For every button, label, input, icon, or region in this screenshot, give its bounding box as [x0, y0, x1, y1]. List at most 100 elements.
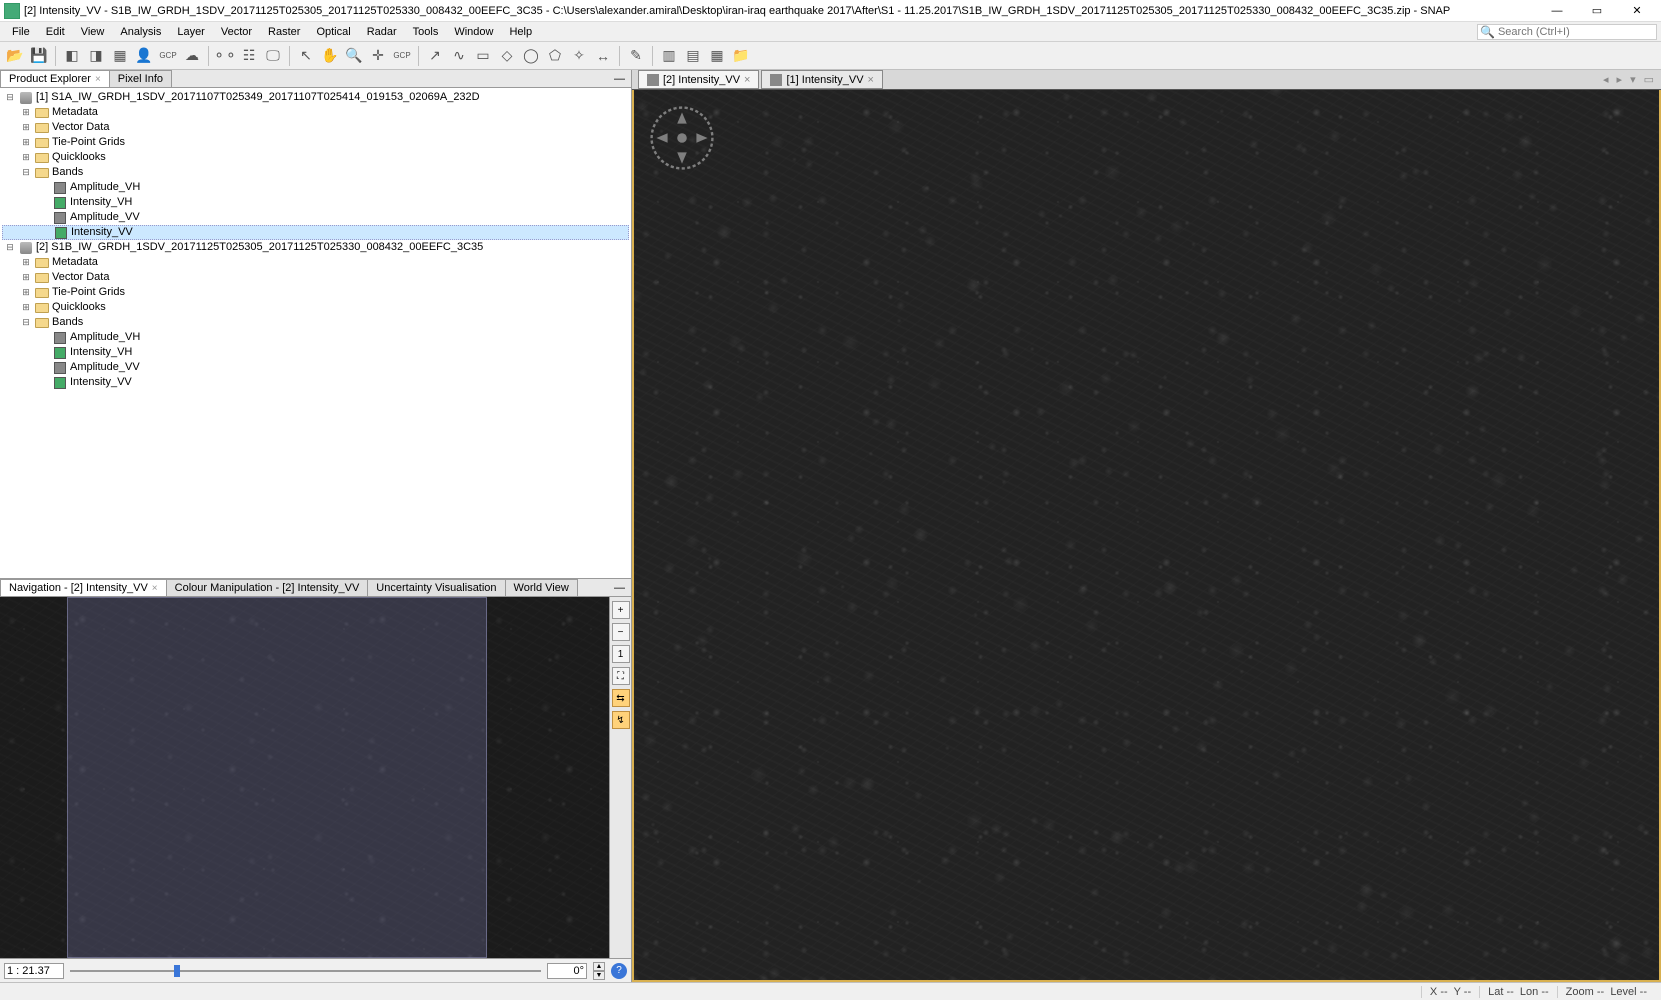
- tab-dropdown-icon[interactable]: ▾: [1627, 73, 1639, 86]
- tab-colour-manipulation[interactable]: Colour Manipulation - [2] Intensity_VV: [166, 579, 369, 596]
- tree-tiepoint[interactable]: ⊞Tie-Point Grids: [2, 285, 629, 300]
- line-icon[interactable]: ↗: [424, 45, 446, 67]
- tree-metadata[interactable]: ⊞Metadata: [2, 105, 629, 120]
- zoom-ratio-input[interactable]: [4, 963, 64, 979]
- cloud-icon[interactable]: ☁: [181, 45, 203, 67]
- tree-band-intensity-vh[interactable]: Intensity_VH: [2, 195, 629, 210]
- tree-vector-data[interactable]: ⊞Vector Data: [2, 120, 629, 135]
- folder-icon[interactable]: 📁: [730, 45, 752, 67]
- tree-band-amplitude-vv[interactable]: Amplitude_VV: [2, 360, 629, 375]
- menu-window[interactable]: Window: [446, 24, 501, 40]
- rotation-spinner[interactable]: ▲▼: [593, 962, 605, 980]
- rotation-input[interactable]: [547, 963, 587, 979]
- menu-tools[interactable]: Tools: [405, 24, 447, 40]
- close-button[interactable]: ✕: [1617, 0, 1657, 22]
- tree-band-amplitude-vh[interactable]: Amplitude_VH: [2, 330, 629, 345]
- tree-metadata[interactable]: ⊞Metadata: [2, 255, 629, 270]
- range-icon[interactable]: ↔: [592, 45, 614, 67]
- tab-product-explorer[interactable]: Product Explorer ×: [0, 70, 110, 87]
- search-input[interactable]: [1497, 25, 1654, 39]
- tree-vector-data[interactable]: ⊞Vector Data: [2, 270, 629, 285]
- tree-product-2[interactable]: ⊟[2] S1B_IW_GRDH_1SDV_20171125T025305_20…: [2, 240, 629, 255]
- menu-vector[interactable]: Vector: [213, 24, 260, 40]
- tree-band-amplitude-vv[interactable]: Amplitude_VV: [2, 210, 629, 225]
- screen-icon[interactable]: 🖵: [262, 45, 284, 67]
- tree-band-intensity-vv[interactable]: Intensity_VV: [2, 225, 629, 240]
- gcp2-icon[interactable]: GCP: [391, 45, 413, 67]
- rect-icon[interactable]: ▭: [472, 45, 494, 67]
- menu-help[interactable]: Help: [501, 24, 540, 40]
- zoom-slider[interactable]: [70, 964, 541, 978]
- menu-radar[interactable]: Radar: [359, 24, 405, 40]
- tree-bands[interactable]: ⊟Bands: [2, 165, 629, 180]
- search-box[interactable]: 🔍: [1477, 24, 1657, 40]
- tree-tiepoint[interactable]: ⊞Tie-Point Grids: [2, 135, 629, 150]
- tool-b-icon[interactable]: ◨: [85, 45, 107, 67]
- tab-close-icon[interactable]: ×: [868, 74, 874, 86]
- magic-icon[interactable]: ✧: [568, 45, 590, 67]
- ellipse-icon[interactable]: ◯: [520, 45, 542, 67]
- sync-cursor-icon[interactable]: ↯: [612, 711, 630, 729]
- compass-widget[interactable]: [642, 98, 722, 178]
- tab-world-view[interactable]: World View: [505, 579, 578, 596]
- gcp-icon[interactable]: GCP: [157, 45, 179, 67]
- help-icon[interactable]: ?: [611, 963, 627, 979]
- menu-optical[interactable]: Optical: [308, 24, 358, 40]
- crosshair-icon[interactable]: ✛: [367, 45, 389, 67]
- maximize-button[interactable]: ▭: [1577, 0, 1617, 22]
- layout1-icon[interactable]: ▥: [658, 45, 680, 67]
- tab-close-icon[interactable]: ×: [152, 583, 158, 594]
- tab-close-icon[interactable]: ×: [744, 74, 750, 86]
- tree-band-intensity-vv[interactable]: Intensity_VV: [2, 375, 629, 390]
- tree-product-1[interactable]: ⊟[1] S1A_IW_GRDH_1SDV_20171107T025349_20…: [2, 90, 629, 105]
- menu-analysis[interactable]: Analysis: [112, 24, 169, 40]
- graph-icon[interactable]: ⚬⚬: [214, 45, 236, 67]
- panel-minimize-icon[interactable]: —: [608, 70, 631, 87]
- menu-view[interactable]: View: [73, 24, 113, 40]
- tab-maximize-icon[interactable]: ▭: [1641, 73, 1657, 86]
- viewer-tab-1[interactable]: [1] Intensity_VV×: [761, 70, 882, 89]
- zoom-fit-icon[interactable]: ⛶: [612, 667, 630, 685]
- polygon-icon[interactable]: ⬠: [544, 45, 566, 67]
- pencil-icon[interactable]: ✎: [625, 45, 647, 67]
- tab-pixel-info[interactable]: Pixel Info: [109, 70, 172, 87]
- menu-raster[interactable]: Raster: [260, 24, 308, 40]
- pointer-icon[interactable]: ↖: [295, 45, 317, 67]
- tab-prev-icon[interactable]: ◂: [1600, 73, 1612, 86]
- tool-a-icon[interactable]: ◧: [61, 45, 83, 67]
- minimize-button[interactable]: —: [1537, 0, 1577, 22]
- tab-close-icon[interactable]: ×: [95, 74, 101, 85]
- layout2-icon[interactable]: ▤: [682, 45, 704, 67]
- save-icon[interactable]: 💾: [28, 45, 50, 67]
- tree-quicklooks[interactable]: ⊞Quicklooks: [2, 150, 629, 165]
- sync-views-icon[interactable]: ⇆: [612, 689, 630, 707]
- pan-icon[interactable]: ✋: [319, 45, 341, 67]
- menu-file[interactable]: File: [4, 24, 38, 40]
- viewport-rect[interactable]: [67, 597, 487, 958]
- tree-band-amplitude-vh[interactable]: Amplitude_VH: [2, 180, 629, 195]
- user-icon[interactable]: 👤: [133, 45, 155, 67]
- polyline-icon[interactable]: ∿: [448, 45, 470, 67]
- grid-icon[interactable]: ▦: [109, 45, 131, 67]
- diamond-icon[interactable]: ◇: [496, 45, 518, 67]
- navigation-thumbnail[interactable]: [0, 597, 609, 958]
- tab-next-icon[interactable]: ▸: [1614, 73, 1626, 86]
- panel-minimize-icon[interactable]: —: [608, 579, 631, 596]
- viewer-tab-2[interactable]: [2] Intensity_VV×: [638, 70, 759, 89]
- image-viewer[interactable]: [632, 90, 1661, 982]
- product-tree[interactable]: ⊟[1] S1A_IW_GRDH_1SDV_20171107T025349_20…: [0, 88, 631, 578]
- menu-layer[interactable]: Layer: [169, 24, 213, 40]
- tab-uncertainty[interactable]: Uncertainty Visualisation: [367, 579, 505, 596]
- tree-band-intensity-vh[interactable]: Intensity_VH: [2, 345, 629, 360]
- tree-bands[interactable]: ⊟Bands: [2, 315, 629, 330]
- zoom-out-icon[interactable]: −: [612, 623, 630, 641]
- layout3-icon[interactable]: ▦: [706, 45, 728, 67]
- tab-navigation[interactable]: Navigation - [2] Intensity_VV×: [0, 579, 167, 596]
- zoom-actual-icon[interactable]: 1: [612, 645, 630, 663]
- batch-icon[interactable]: ☷: [238, 45, 260, 67]
- open-icon[interactable]: 📂: [4, 45, 26, 67]
- tree-quicklooks[interactable]: ⊞Quicklooks: [2, 300, 629, 315]
- menu-edit[interactable]: Edit: [38, 24, 73, 40]
- zoom-in-icon[interactable]: +: [612, 601, 630, 619]
- zoom-icon[interactable]: 🔍: [343, 45, 365, 67]
